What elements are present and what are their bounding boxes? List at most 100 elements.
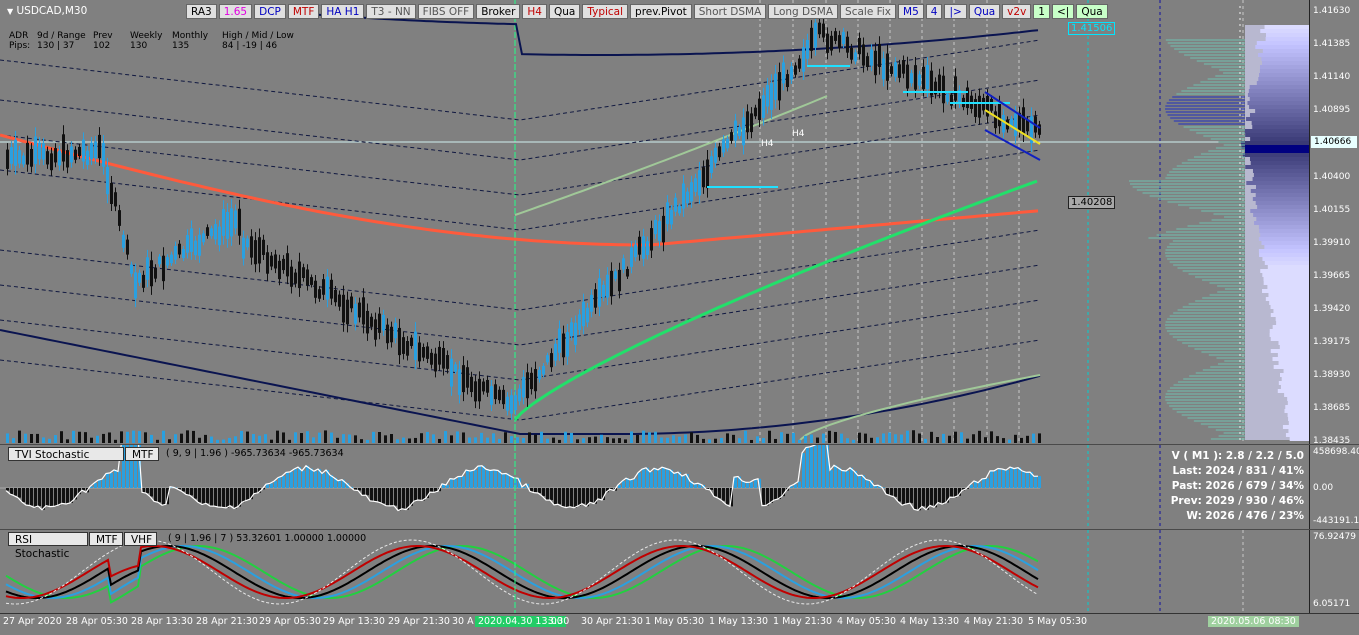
toolbar-button[interactable]: <| (1051, 4, 1075, 19)
time-label: 30 Apr 21:30 (581, 616, 643, 627)
toolbar-button[interactable]: FIBS OFF (417, 4, 475, 19)
rsi-stoch-line (5, 544, 1039, 600)
tvi-bar (54, 488, 57, 507)
time-label: 28 Apr 13:30 (131, 616, 193, 627)
volume-bar (264, 434, 267, 443)
volume-bar (618, 438, 621, 443)
toolbar-button[interactable]: 1 (1033, 4, 1050, 19)
volume-profile-bar (1247, 93, 1309, 97)
candle-body (514, 395, 517, 411)
candle-body (30, 148, 33, 167)
tvi-bar (618, 484, 621, 488)
volume-bar (696, 434, 699, 443)
volume-bar (222, 439, 225, 443)
candle-body (342, 294, 345, 323)
toolbar-button[interactable]: Qua (968, 4, 1001, 19)
toolbar-button[interactable]: Long DSMA (768, 4, 839, 19)
candle-body (450, 358, 453, 387)
tvi-bar (566, 488, 569, 508)
toolbar-button[interactable]: Broker (476, 4, 521, 19)
toolbar-button[interactable]: v2v (1002, 4, 1032, 19)
dropdown-arrow-icon[interactable]: ▼ (7, 7, 13, 16)
candle-body (66, 150, 69, 168)
toolbar-button[interactable]: DCP (254, 4, 286, 19)
volume-profile-bar (1282, 425, 1309, 429)
candle-body (778, 72, 781, 101)
volume-bar (918, 433, 921, 443)
candle-body (710, 156, 713, 173)
candle-body (782, 62, 785, 84)
volume-profile-bar (1246, 117, 1309, 121)
candle-body (22, 155, 25, 165)
rsi-title-button[interactable]: RSI Stochastic (8, 532, 88, 560)
toolbar-button[interactable]: prev.Pivot (630, 4, 692, 19)
volume-bar (936, 436, 939, 443)
time-label: 29 Apr 05:30 (259, 616, 321, 627)
toolbar-button[interactable]: H4 (522, 4, 547, 19)
toolbar-button[interactable]: |> (944, 4, 967, 19)
toolbar-button[interactable]: HA H1 (321, 4, 365, 19)
candle-body (442, 348, 445, 369)
candle-body (230, 208, 233, 237)
volume-bar (12, 438, 15, 443)
volume-bar (888, 432, 891, 443)
toolbar-button[interactable]: Scale Fix (840, 4, 897, 19)
tvi-bar (106, 473, 109, 488)
rsi-stoch-line (5, 544, 1039, 604)
candle-body (774, 73, 777, 100)
toolbar-button[interactable]: Typical (582, 4, 629, 19)
volume-bar (834, 431, 837, 443)
toolbar-button[interactable]: T3 - NN (366, 4, 416, 19)
candle-body (90, 142, 93, 160)
candle-body (358, 302, 361, 318)
candle-body (990, 98, 993, 111)
volume-bar (144, 432, 147, 443)
rsi-mtf-button[interactable]: MTF (89, 532, 123, 546)
tvi-mtf-button[interactable]: MTF (125, 447, 159, 461)
candle-body (670, 209, 673, 225)
tvi-bar (474, 470, 477, 488)
toolbar-button[interactable]: M5 (898, 4, 924, 19)
volume-profile-bar (1258, 225, 1309, 229)
tvi-bar (158, 488, 161, 503)
candle-body (678, 206, 681, 214)
volume-profile-bar (1279, 345, 1309, 349)
price-chart[interactable] (0, 0, 1309, 444)
tvi-bar (278, 477, 281, 488)
toolbar-button[interactable]: RA3 (186, 4, 217, 19)
candle-body (906, 64, 909, 89)
volume-bar (750, 439, 753, 443)
tvi-title-button[interactable]: TVI Stochastic (8, 447, 124, 461)
volume-profile-bar (1258, 53, 1309, 57)
volume-profile-bar (1267, 265, 1309, 269)
toolbar-button[interactable]: 1.65 (218, 4, 253, 19)
toolbar-button[interactable]: MTF (287, 4, 320, 19)
candle-body (926, 65, 929, 90)
toolbar-button[interactable]: Qua (1076, 4, 1108, 19)
toolbar-button[interactable]: 4 (925, 4, 943, 19)
volume-profile-bar (1249, 105, 1309, 109)
toolbar-button[interactable]: Qua (548, 4, 581, 19)
time-label: 2020.05.06 08:30 (1208, 616, 1299, 627)
tvi-bar (930, 488, 933, 506)
tvi-bar (774, 488, 777, 500)
rsi-vhf-button[interactable]: VHF (124, 532, 157, 546)
toolbar-button[interactable]: Short DSMA (693, 4, 767, 19)
tvi-bar (230, 488, 233, 506)
time-label: 27 Apr 2020 (3, 616, 62, 627)
tvi-bar (446, 484, 449, 488)
candle-body (898, 64, 901, 78)
tvi-bar (486, 469, 489, 488)
main-chart-area[interactable] (0, 0, 1309, 444)
tvi-bar (194, 488, 197, 499)
candle-body (690, 182, 693, 202)
volume-bar (732, 434, 735, 443)
volume-profile-bar (1281, 377, 1309, 381)
volume-profile-bar (1288, 421, 1309, 425)
tvi-bar (234, 488, 237, 509)
tvi-bar (578, 488, 581, 506)
volume-bar (498, 438, 501, 443)
volume-profile-bar (1262, 273, 1309, 277)
time-label: 28 Apr 21:30 (196, 616, 258, 627)
volume-bar (72, 430, 75, 443)
